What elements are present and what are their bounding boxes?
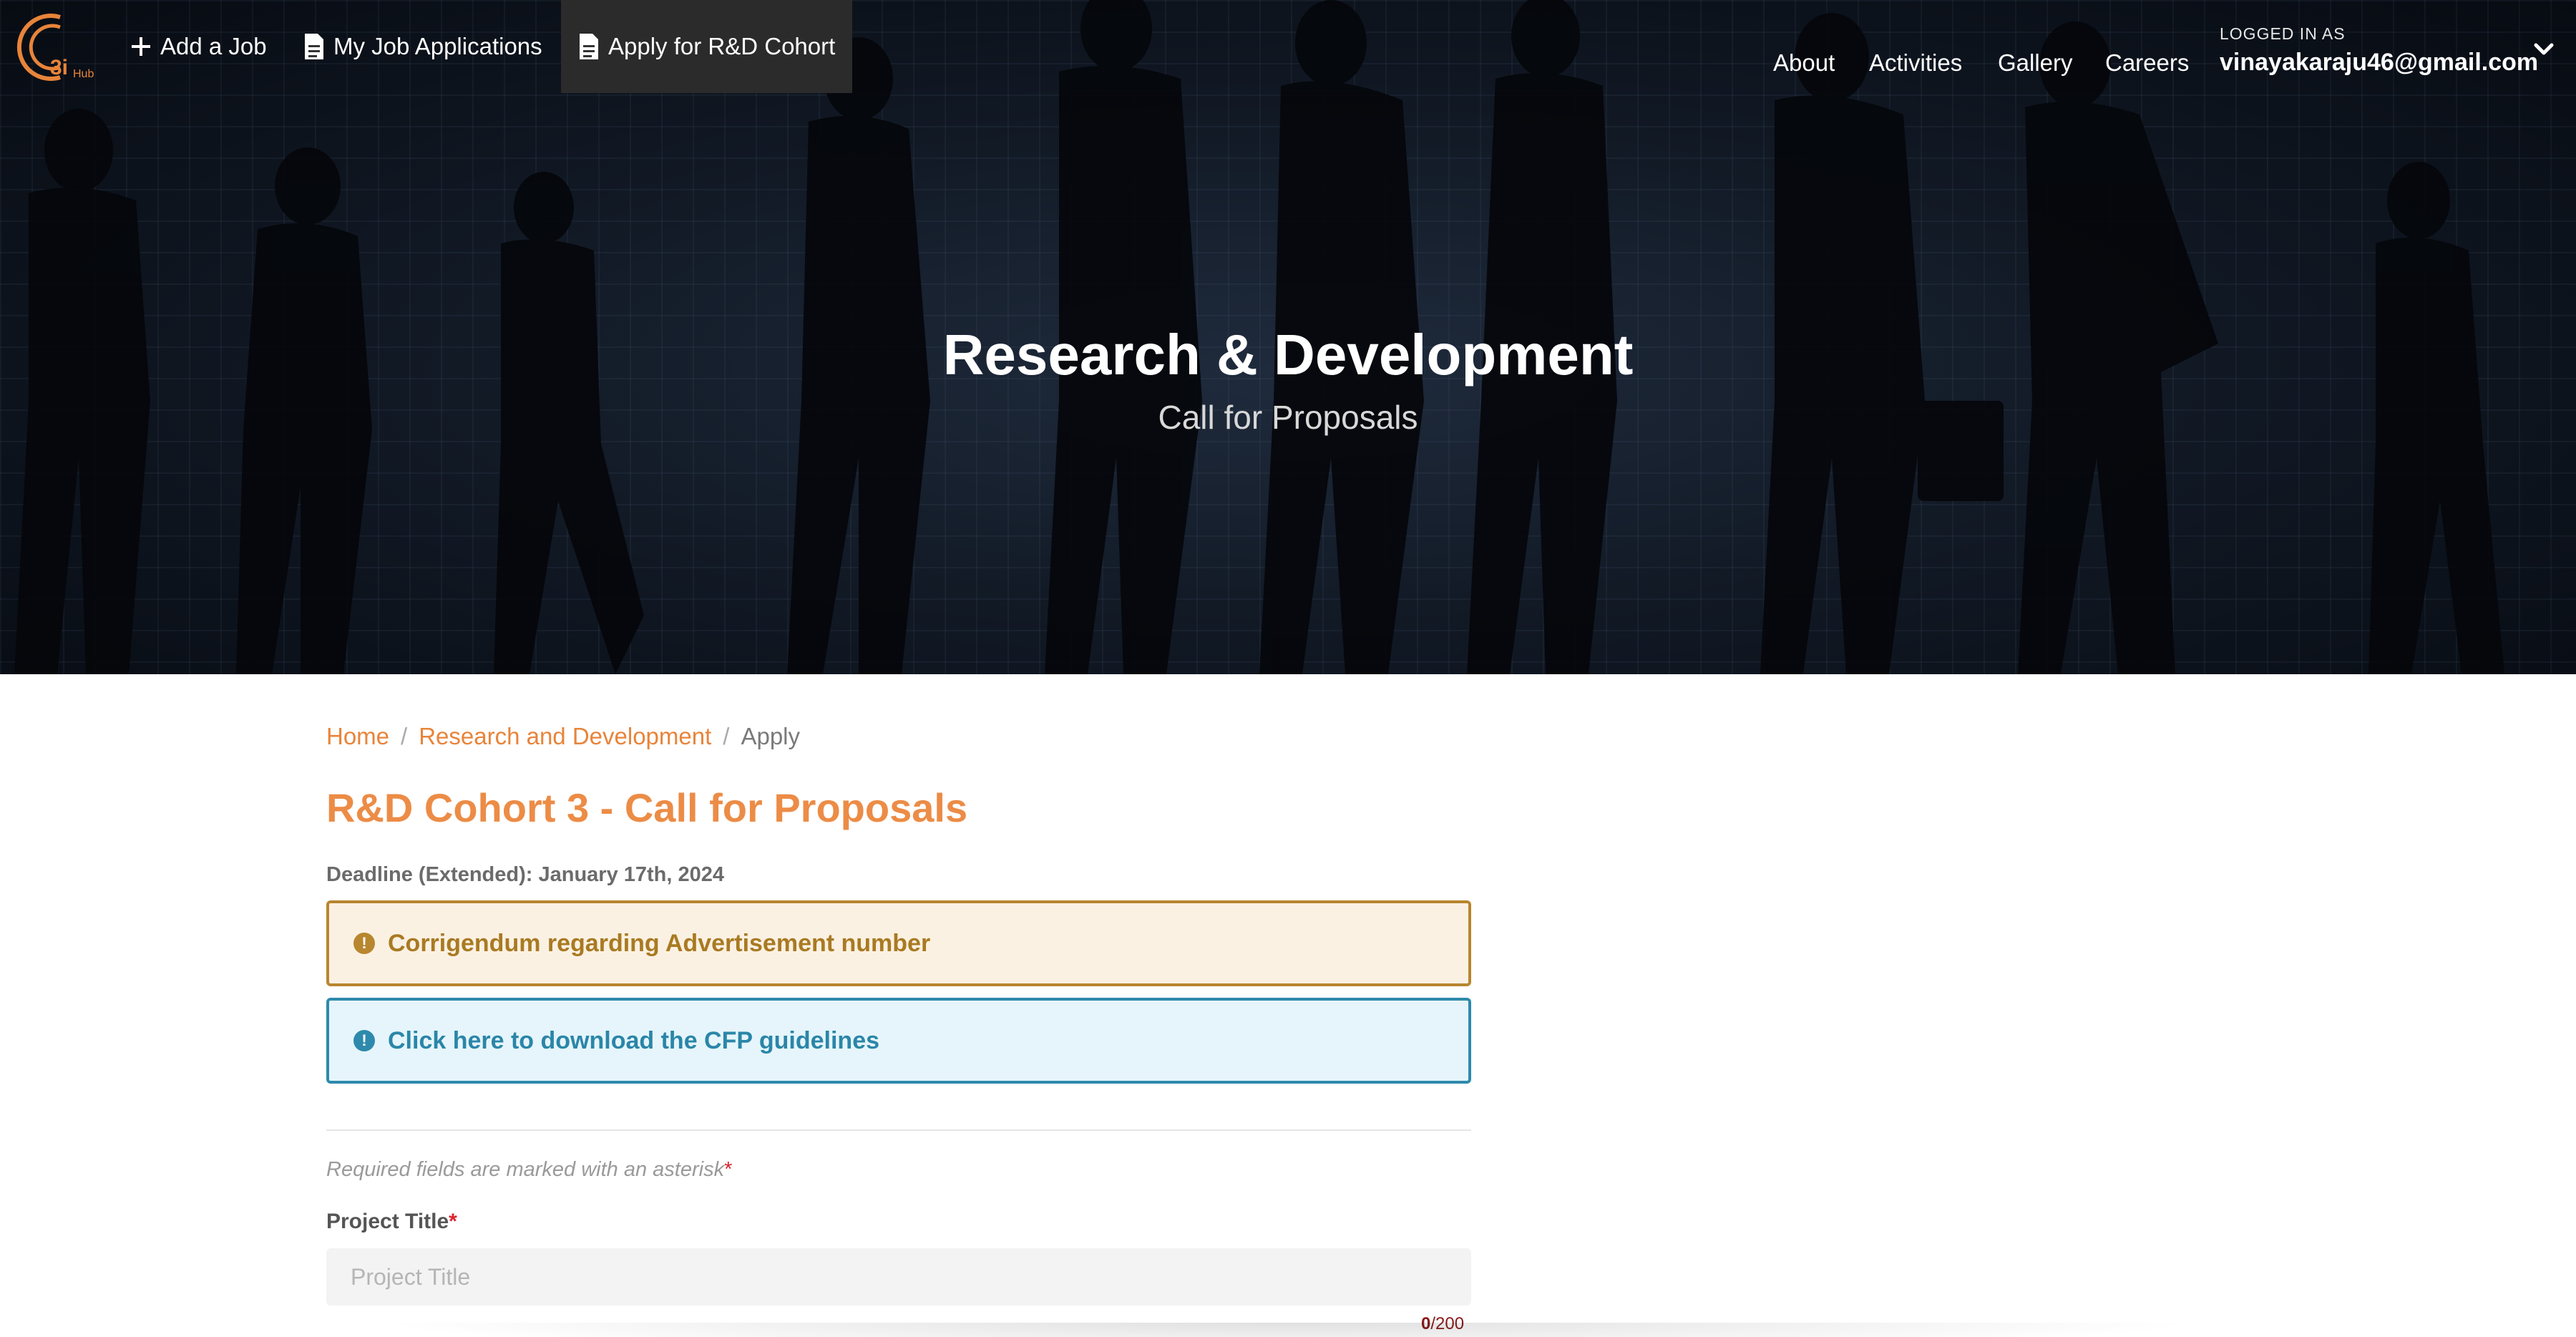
nav-link-activities[interactable]: Activities xyxy=(1869,47,1962,79)
apply-rd-cohort-link[interactable]: Apply for R&D Cohort xyxy=(561,0,853,93)
hero-subtitle: Call for Proposals xyxy=(1158,399,1418,436)
page-title: R&D Cohort 3 - Call for Proposals xyxy=(326,785,968,830)
cfp-guidelines-link-text: Click here to download the CFP guideline… xyxy=(388,1026,880,1054)
top-navbar: 3i Hub Add a Job My Job Applications App… xyxy=(0,0,2576,93)
required-asterisk: * xyxy=(449,1210,457,1233)
breadcrumb-separator: / xyxy=(401,723,408,749)
page-shadow xyxy=(372,1323,2204,1337)
user-email[interactable]: vinayakaraju46@gmail.com xyxy=(2220,49,2538,77)
breadcrumb-research-development[interactable]: Research and Development xyxy=(419,723,711,750)
project-title-label: Project Title* xyxy=(326,1210,457,1234)
exclamation-icon: ! xyxy=(353,933,375,954)
nav-link-careers[interactable]: Careers xyxy=(2105,47,2189,79)
hero-title: Research & Development xyxy=(942,323,1634,386)
apply-rd-cohort-label: Apply for R&D Cohort xyxy=(608,33,836,59)
deadline-text: Deadline (Extended): January 17th, 2024 xyxy=(326,863,725,886)
hero-banner: 3i Hub Add a Job My Job Applications App… xyxy=(0,0,2576,674)
project-title-input[interactable] xyxy=(326,1248,1471,1306)
breadcrumb: Home / Research and Development / Apply xyxy=(326,723,800,750)
c3ihub-logo[interactable]: 3i Hub xyxy=(14,10,100,84)
nav-link-about[interactable]: About xyxy=(1773,47,1835,79)
logged-in-label: LOGGED IN AS xyxy=(2220,24,2346,43)
svg-text:3i: 3i xyxy=(50,56,68,79)
corrigendum-alert-text: Corrigendum regarding Advertisement numb… xyxy=(388,929,931,957)
breadcrumb-separator: / xyxy=(723,723,730,749)
breadcrumb-current: Apply xyxy=(741,723,801,749)
chevron-down-icon[interactable] xyxy=(2532,37,2556,62)
nav-about-label: About xyxy=(1773,49,1835,76)
add-job-label: Add a Job xyxy=(160,33,267,59)
nav-link-gallery[interactable]: Gallery xyxy=(1998,47,2073,79)
required-asterisk: * xyxy=(724,1158,733,1181)
nav-careers-label: Careers xyxy=(2105,49,2190,76)
my-job-applications-link[interactable]: My Job Applications xyxy=(303,0,542,93)
required-note-text: Required fields are marked with an aster… xyxy=(326,1158,725,1181)
add-job-link[interactable]: Add a Job xyxy=(130,0,267,93)
plus-icon xyxy=(132,37,150,56)
svg-text:Hub: Hub xyxy=(73,68,94,80)
section-divider xyxy=(326,1129,1471,1131)
nav-gallery-label: Gallery xyxy=(1998,49,2073,76)
corrigendum-alert[interactable]: ! Corrigendum regarding Advertisement nu… xyxy=(326,900,1471,986)
document-icon xyxy=(580,34,598,59)
nav-activities-label: Activities xyxy=(1869,49,1963,76)
required-fields-note: Required fields are marked with an aster… xyxy=(326,1158,732,1182)
cfp-guidelines-alert[interactable]: ! Click here to download the CFP guideli… xyxy=(326,998,1471,1084)
my-job-applications-label: My Job Applications xyxy=(333,33,542,59)
breadcrumb-home[interactable]: Home xyxy=(326,723,389,750)
exclamation-icon: ! xyxy=(353,1030,375,1051)
document-icon xyxy=(305,34,323,59)
project-title-label-text: Project Title xyxy=(326,1210,449,1233)
